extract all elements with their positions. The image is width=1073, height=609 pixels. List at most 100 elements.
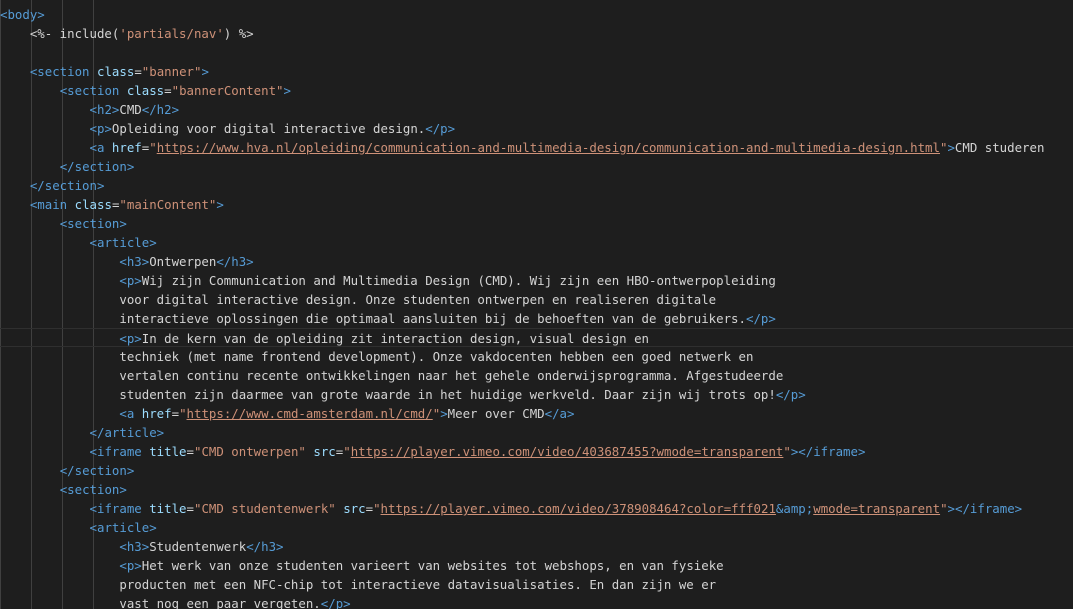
code-line[interactable]: <h3>Ontwerpen</h3> xyxy=(0,252,1073,271)
code-token: <article> xyxy=(89,520,157,535)
code-token: > xyxy=(947,140,955,155)
code-token: <p> xyxy=(119,558,142,573)
code-line[interactable]: voor digital interactive design. Onze st… xyxy=(0,290,1073,309)
code-line[interactable]: <h3>Studentenwerk</h3> xyxy=(0,537,1073,556)
code-token: 'partials/nav' xyxy=(119,26,224,41)
code-token: Wij zijn Communication and Multimedia De… xyxy=(141,273,776,288)
code-token: <section> xyxy=(59,482,127,497)
code-token: </section> xyxy=(59,159,135,174)
code-token: https://player.vimeo.com/video/403687455… xyxy=(350,444,784,459)
code-line[interactable]: <a href="https://www.hva.nl/opleiding/co… xyxy=(0,138,1073,157)
code-line[interactable] xyxy=(0,43,1073,62)
code-token: = xyxy=(171,406,180,421)
code-token: <h2> xyxy=(89,102,120,117)
code-token: https://www.hva.nl/opleiding/communicati… xyxy=(156,140,940,155)
code-line[interactable]: interactieve oplossingen die optimaal aa… xyxy=(0,309,1073,328)
code-token: </section> xyxy=(59,463,135,478)
code-token: </p> xyxy=(745,311,776,326)
code-token: <h3> xyxy=(119,254,150,269)
code-token: Het werk van onze studenten varieert van… xyxy=(141,558,724,573)
code-token: </section> xyxy=(29,178,105,193)
code-token: </a> xyxy=(544,406,575,421)
code-token: src xyxy=(313,444,336,459)
code-line[interactable]: </section> xyxy=(0,461,1073,480)
code-token: techniek (met name frontend development)… xyxy=(0,349,754,364)
code-token: CMD xyxy=(119,102,142,117)
code-line[interactable]: <article> xyxy=(0,518,1073,537)
code-token: </article> xyxy=(89,425,165,440)
code-token: <p> xyxy=(119,273,142,288)
code-token: <section xyxy=(59,83,120,98)
code-token: <section> xyxy=(59,216,127,231)
code-line[interactable]: <iframe title="CMD ontwerpen" src="https… xyxy=(0,442,1073,461)
code-line[interactable]: <%- include('partials/nav') %> xyxy=(0,24,1073,43)
code-line[interactable]: <section class="bannerContent"> xyxy=(0,81,1073,100)
code-line[interactable]: <h2>CMD</h2> xyxy=(0,100,1073,119)
code-token: ></iframe> xyxy=(790,444,866,459)
code-token: <p> xyxy=(119,331,142,346)
code-token: https://www.cmd-amsterdam.nl/cmd/ xyxy=(186,406,433,421)
code-token: wmode=transparent xyxy=(813,501,941,516)
code-token: " xyxy=(179,406,187,421)
code-line[interactable]: </article> xyxy=(0,423,1073,442)
code-token: <p> xyxy=(89,121,112,136)
code-line[interactable]: <p>Wij zijn Communication and Multimedia… xyxy=(0,271,1073,290)
code-line[interactable]: vast nog een paar vergeten.</p> xyxy=(0,594,1073,609)
code-line[interactable]: </section> xyxy=(0,176,1073,195)
code-token: <main xyxy=(29,197,68,212)
code-token: interactieve oplossingen die optimaal aa… xyxy=(0,311,746,326)
code-editor[interactable]: <body> <%- include('partials/nav') %> <s… xyxy=(0,0,1073,609)
code-token: </p> xyxy=(425,121,456,136)
code-line[interactable]: <p>Het werk van onze studenten varieert … xyxy=(0,556,1073,575)
code-token: > xyxy=(440,406,448,421)
code-token: > xyxy=(201,64,209,79)
code-token: <%- include( xyxy=(0,26,120,41)
code-token: voor digital interactive design. Onze st… xyxy=(0,292,717,307)
code-line[interactable]: <p>Opleiding voor digital interactive de… xyxy=(0,119,1073,138)
code-line[interactable]: <p>In de kern van de opleiding zit inter… xyxy=(0,328,1073,347)
code-token: ) %> xyxy=(223,26,254,41)
code-line[interactable]: techniek (met name frontend development)… xyxy=(0,347,1073,366)
code-token: <iframe xyxy=(89,444,142,459)
code-line[interactable]: <main class="mainContent"> xyxy=(0,195,1073,214)
code-token: </h3> xyxy=(246,539,284,554)
code-line[interactable]: <body> xyxy=(0,5,1073,24)
code-token: "banner" xyxy=(141,64,202,79)
code-token: Studentenwerk xyxy=(149,539,247,554)
code-token: > xyxy=(283,83,291,98)
code-line[interactable]: studenten zijn daarmee van grote waarde … xyxy=(0,385,1073,404)
code-token: <h3> xyxy=(119,539,150,554)
code-line[interactable]: <section> xyxy=(0,214,1073,233)
code-line[interactable]: producten met een NFC-chip tot interacti… xyxy=(0,575,1073,594)
code-token: href xyxy=(111,140,142,155)
code-token: = xyxy=(365,501,374,516)
code-line[interactable]: <section class="banner"> xyxy=(0,62,1073,81)
code-token: <a xyxy=(89,140,105,155)
code-line[interactable]: <section> xyxy=(0,480,1073,499)
code-token: <article> xyxy=(89,235,157,250)
code-token: " xyxy=(783,444,791,459)
code-line[interactable]: </section> xyxy=(0,157,1073,176)
code-line[interactable]: <article> xyxy=(0,233,1073,252)
code-token: = xyxy=(164,83,172,98)
code-token: src xyxy=(343,501,366,516)
code-token: "CMD studentenwerk" xyxy=(194,501,336,516)
code-token: <body> xyxy=(0,7,45,22)
code-token: "mainContent" xyxy=(119,197,217,212)
code-line[interactable]: vertalen continu recente ontwikkelingen … xyxy=(0,366,1073,385)
code-line[interactable]: <a href="https://www.cmd-amsterdam.nl/cm… xyxy=(0,404,1073,423)
code-line[interactable]: <iframe title="CMD studentenwerk" src="h… xyxy=(0,499,1073,518)
